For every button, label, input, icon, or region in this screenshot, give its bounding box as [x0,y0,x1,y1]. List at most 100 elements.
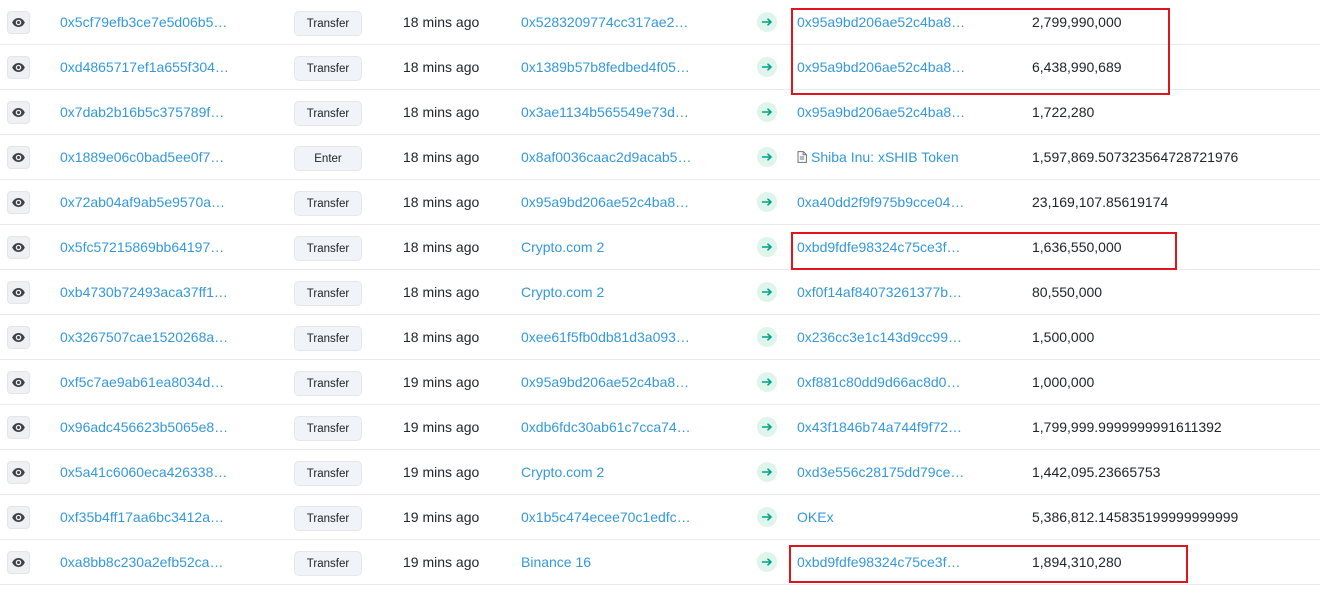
txn-hash-link[interactable]: 0xa8bb8c230a2efb52ca… [60,554,223,570]
to-address-link[interactable]: 0x95a9bd206ae52c4ba8… [797,14,965,30]
from-address-link[interactable]: 0x3ae1134b565549e73d… [521,104,689,120]
txn-hash-link[interactable]: 0x72ab04af9ab5e9570a… [60,194,225,210]
token-transfers-table: 0x5cf79efb3ce7e5d06b5… Transfer 18 mins ag… [0,0,1320,585]
txn-hash-link[interactable]: 0x7dab2b16b5c375789f… [60,104,224,120]
txn-hash-link[interactable]: 0x5fc57215869bb64197… [60,239,224,255]
method-badge: Transfer [294,551,362,576]
method-badge: Transfer [294,461,362,486]
quantity-value: 1,722,280 [1032,104,1095,120]
method-badge: Transfer [294,191,362,216]
table-row: 0x96adc456623b5065e8… Transfer 19 mins ago… [0,405,1320,450]
view-details-button[interactable] [7,101,30,124]
arrow-right-icon [761,63,773,71]
to-address-link[interactable]: 0xa40dd2f9f975b9cce04… [797,194,964,210]
age-text: 18 mins ago [403,104,480,120]
txn-hash-link[interactable]: 0xb4730b72493aca37ff1… [60,284,228,300]
view-details-button[interactable] [7,461,30,484]
arrow-right-icon [761,378,773,386]
quantity-value: 1,894,310,280 [1032,554,1122,570]
method-badge: Enter [294,146,362,171]
to-address-link[interactable]: 0xf0f14af84073261377b… [797,284,962,300]
view-details-button[interactable] [7,371,30,394]
from-address-link[interactable]: 0x95a9bd206ae52c4ba8… [521,194,689,210]
to-address-link[interactable]: 0xbd9fdfe98324c75ce3f… [797,554,960,570]
table-row: 0x5a41c6060eca426338… Transfer 19 mins ago… [0,450,1320,495]
view-details-button[interactable] [7,506,30,529]
eye-icon [12,423,25,432]
view-details-button[interactable] [7,56,30,79]
eye-icon [12,513,25,522]
method-badge: Transfer [294,326,362,351]
table-row: 0x5fc57215869bb64197… Transfer 18 mins ago… [0,225,1320,270]
from-address-link[interactable]: 0x95a9bd206ae52c4ba8… [521,374,689,390]
direction-badge [757,552,777,572]
txn-hash-link[interactable]: 0xf5c7ae9ab61ea8034d… [60,374,224,390]
txn-hash-link[interactable]: 0xf35b4ff17aa6bc3412a… [60,509,224,525]
txn-hash-link[interactable]: 0x3267507cae1520268a… [60,329,228,345]
view-details-button[interactable] [7,551,30,574]
txn-hash-link[interactable]: 0x5cf79efb3ce7e5d06b5… [60,14,227,30]
age-text: 18 mins ago [403,329,480,345]
direction-badge [757,192,777,212]
txn-hash-link[interactable]: 0x96adc456623b5065e8… [60,419,228,435]
age-text: 18 mins ago [403,59,480,75]
quantity-value: 1,799,999.9999999991611392 [1032,419,1222,435]
to-address-link[interactable]: 0x43f1846b74a744f9f72… [797,419,962,435]
to-address-link[interactable]: 0x95a9bd206ae52c4ba8… [797,59,965,75]
from-address-link[interactable]: 0x1b5c474ecee70c1edfc… [521,509,691,525]
from-address-link[interactable]: 0x5283209774cc317ae2… [521,14,688,30]
txn-hash-link[interactable]: 0xd4865717ef1a655f304… [60,59,229,75]
view-details-button[interactable] [7,236,30,259]
quantity-value: 6,438,990,689 [1032,59,1122,75]
txn-hash-link[interactable]: 0x5a41c6060eca426338… [60,464,227,480]
from-address-link[interactable]: 0x1389b57b8fedbed4f05… [521,59,690,75]
view-details-button[interactable] [7,326,30,349]
age-text: 19 mins ago [403,464,480,480]
direction-badge [757,147,777,167]
to-address-link[interactable]: 0xf881c80dd9d66ac8d0… [797,374,960,390]
to-address-link[interactable]: OKEx [797,509,834,525]
table-row: 0x72ab04af9ab5e9570a… Transfer 18 mins ago… [0,180,1320,225]
quantity-value: 80,550,000 [1032,284,1103,300]
quantity-value: 1,500,000 [1032,329,1095,345]
txn-hash-link[interactable]: 0x1889e06c0bad5ee0f7… [60,149,224,165]
from-address-link[interactable]: Crypto.com 2 [521,464,604,480]
method-badge: Transfer [294,281,362,306]
from-address-link[interactable]: 0x8af0036caac2d9acab5… [521,149,691,165]
to-address-link[interactable]: 0x236cc3e1c143d9cc99… [797,329,962,345]
quantity-value: 1,597,869.507323564728721976 [1032,149,1239,165]
view-details-button[interactable] [7,191,30,214]
arrow-right-icon [761,333,773,341]
arrow-right-icon [761,153,773,161]
eye-icon [12,468,25,477]
direction-badge [757,12,777,32]
from-address-link[interactable]: Crypto.com 2 [521,239,604,255]
method-badge: Transfer [294,506,362,531]
direction-badge [757,462,777,482]
to-address-link[interactable]: Shiba Inu: xSHIB Token [811,149,959,165]
from-address-link[interactable]: Binance 16 [521,554,591,570]
view-details-button[interactable] [7,416,30,439]
eye-icon [12,198,25,207]
to-address-link[interactable]: 0xd3e556c28175dd79ce… [797,464,964,480]
view-details-button[interactable] [7,11,30,34]
age-text: 18 mins ago [403,194,480,210]
arrow-right-icon [761,468,773,476]
quantity-value: 23,169,107.85619174 [1032,194,1169,210]
eye-icon [12,63,25,72]
to-address-link[interactable]: 0xbd9fdfe98324c75ce3f… [797,239,960,255]
arrow-right-icon [761,288,773,296]
arrow-right-icon [761,18,773,26]
method-badge: Transfer [294,371,362,396]
view-details-button[interactable] [7,146,30,169]
from-address-link[interactable]: Crypto.com 2 [521,284,604,300]
age-text: 19 mins ago [403,374,480,390]
direction-badge [757,417,777,437]
from-address-link[interactable]: 0xee61f5fb0db81d3a093… [521,329,690,345]
from-address-link[interactable]: 0xdb6fdc30ab61c7cca74… [521,419,691,435]
eye-icon [12,18,25,27]
eye-icon [12,333,25,342]
arrow-right-icon [761,198,773,206]
view-details-button[interactable] [7,281,30,304]
to-address-link[interactable]: 0x95a9bd206ae52c4ba8… [797,104,965,120]
